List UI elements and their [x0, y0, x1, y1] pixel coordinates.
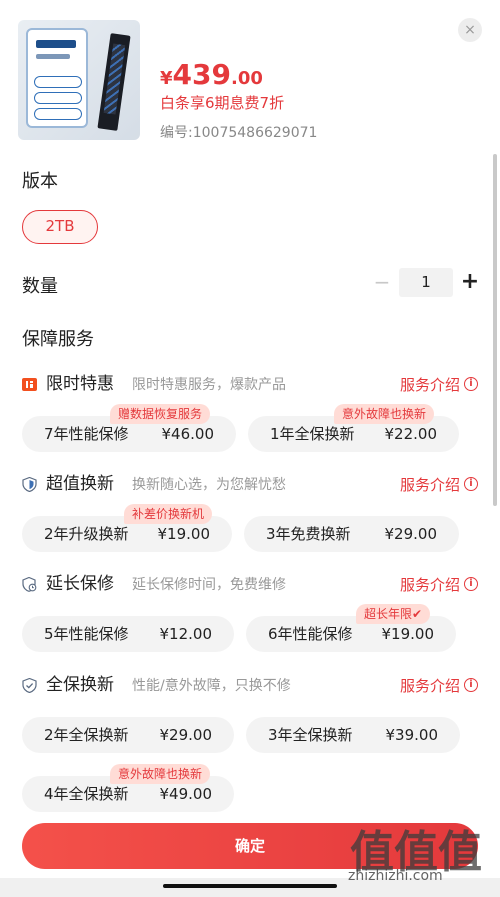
option-label: 7年性能保修 [44, 425, 129, 443]
service-option[interactable]: 6年性能保修 ¥19.00 超长年限✔ [246, 604, 456, 652]
service-header-full-exchange: 全保换新 性能/意外故障，只换不修 服务介绍 i [22, 673, 482, 697]
option-tag: 补差价换新机 [124, 504, 213, 524]
service-desc: 性能/意外故障，只换不修 [132, 678, 291, 694]
scrollbar[interactable] [493, 154, 497, 506]
service-desc: 延长保修时间，免费维修 [132, 577, 286, 593]
service-name: 全保换新 [46, 675, 114, 695]
service-option[interactable]: 2年升级换新 ¥19.00 补差价换新机 [22, 504, 232, 552]
service-name: 限时特惠 [46, 374, 114, 394]
price-decimal: .00 [230, 68, 263, 89]
service-option[interactable]: 5年性能保修 ¥12.00 [22, 616, 234, 652]
service-header-extended-warranty: 延长保修 延长保修时间，免费维修 服务介绍 i [22, 572, 482, 596]
service-option[interactable]: 7年性能保修 ¥46.00 赠数据恢复服务 [22, 404, 236, 452]
option-tag: 意外故障也换新 [110, 764, 211, 784]
warranty-title: 保障服务 [22, 329, 94, 350]
option-label: 2年升级换新 [44, 525, 129, 543]
info-icon[interactable]: i [464, 377, 478, 391]
option-label: 3年全保换新 [268, 726, 353, 744]
info-icon[interactable]: i [464, 477, 478, 491]
flash-sale-icon [22, 378, 37, 391]
service-option[interactable]: 3年免费换新 ¥29.00 [244, 516, 459, 552]
price-integer: 439 [172, 58, 231, 91]
option-label: 3年免费换新 [266, 525, 351, 543]
option-tag: 赠数据恢复服务 [110, 404, 211, 424]
service-option[interactable]: 1年全保换新 ¥22.00 意外故障也换新 [248, 404, 459, 452]
option-label: 2年全保换新 [44, 726, 129, 744]
service-name: 延长保修 [46, 574, 114, 594]
service-option[interactable]: 4年全保换新 ¥49.00 意外故障也换新 [22, 764, 234, 812]
option-price: ¥29.00 [159, 726, 213, 744]
option-label: 1年全保换新 [270, 425, 355, 443]
close-icon[interactable]: × [458, 18, 482, 42]
info-icon[interactable]: i [464, 577, 478, 591]
service-desc: 换新随心选，为您解忧愁 [132, 477, 286, 493]
service-header-value-exchange: 超值换新 换新随心选，为您解忧愁 服务介绍 i [22, 472, 482, 496]
product-thumbnail [18, 20, 140, 140]
service-name: 超值换新 [46, 474, 114, 494]
option-price: ¥39.00 [385, 726, 439, 744]
ssd-image [97, 33, 131, 131]
service-option[interactable]: 3年全保换新 ¥39.00 [246, 717, 460, 753]
extended-warranty-icon [22, 577, 37, 592]
product-options-sheet: ¥439.00 白条享6期息费7折 编号:10075486629071 × 版本… [0, 0, 500, 897]
option-label: 5年性能保修 [44, 625, 129, 643]
installment-promo: 白条享6期息费7折 [160, 94, 285, 112]
option-label: 4年全保换新 [44, 785, 129, 803]
service-header-limited-offer: 限时特惠 限时特惠服务，爆款产品 服务介绍 i [22, 372, 482, 396]
version-option-selected[interactable]: 2TB [22, 210, 98, 244]
quantity-input[interactable]: 1 [399, 268, 453, 297]
shield-check-icon [22, 678, 37, 693]
product-sku: 编号:10075486629071 [160, 125, 318, 141]
service-intro-link[interactable]: 服务介绍 [400, 574, 460, 596]
option-tag: 意外故障也换新 [334, 404, 435, 424]
quantity-plus-button[interactable]: + [460, 270, 480, 294]
option-price: ¥12.00 [159, 625, 213, 643]
service-option[interactable]: 2年全保换新 ¥29.00 [22, 717, 234, 753]
price-currency: ¥ [160, 68, 173, 89]
service-intro-link[interactable]: 服务介绍 [400, 474, 460, 496]
option-tag: 超长年限✔ [356, 604, 431, 624]
service-intro-link[interactable]: 服务介绍 [400, 675, 460, 697]
service-intro-link[interactable]: 服务介绍 [400, 374, 460, 396]
option-price: ¥29.00 [384, 525, 438, 543]
quantity-minus-button[interactable]: − [372, 270, 392, 294]
version-title: 版本 [22, 171, 58, 192]
info-icon[interactable]: i [464, 678, 478, 692]
home-indicator [163, 884, 337, 888]
product-price: ¥439.00 [160, 58, 263, 91]
shield-icon [22, 477, 37, 492]
quantity-title: 数量 [22, 276, 58, 297]
option-label: 6年性能保修 [268, 625, 353, 643]
service-desc: 限时特惠服务，爆款产品 [132, 377, 286, 393]
product-box-art [26, 28, 88, 128]
watermark-url: zhizhizhi.com [348, 868, 443, 884]
